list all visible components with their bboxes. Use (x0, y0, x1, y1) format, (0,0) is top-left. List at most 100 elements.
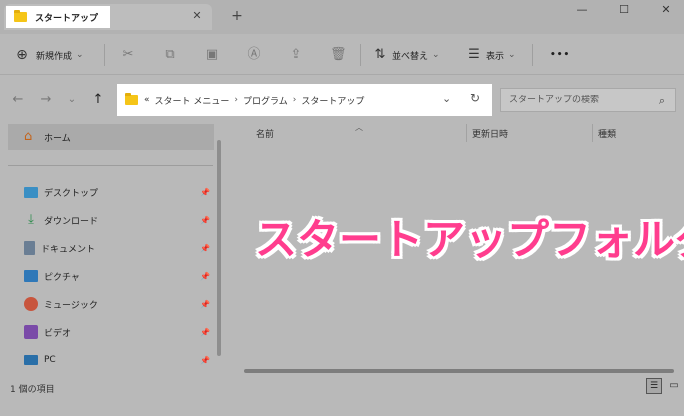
sort-button[interactable]: ⇅ 並べ替え ⌄ (372, 46, 440, 64)
breadcrumb-programs[interactable]: プログラム (243, 94, 288, 107)
column-divider[interactable] (466, 124, 467, 142)
sidebar-item-label: ピクチャ (44, 272, 80, 283)
copy-button[interactable]: ⧉ (162, 46, 178, 64)
back-arrow-icon[interactable]: ← (10, 92, 26, 108)
sidebar-item-home[interactable]: ⌂ ホーム (8, 124, 214, 150)
new-button-label: 新規作成 (36, 51, 73, 62)
sidebar-item-pictures[interactable]: ピクチャ 📌 (24, 266, 214, 286)
toolbar-divider (532, 44, 533, 66)
pin-icon[interactable]: 📌 (200, 244, 210, 253)
tab-title: スタートアップ (35, 13, 99, 24)
folder-icon (125, 93, 138, 105)
sort-caret-icon: ︿ (355, 123, 363, 132)
folder-icon (14, 10, 27, 22)
view-icon: ☰ (468, 47, 480, 62)
search-input[interactable] (509, 95, 649, 105)
sidebar-item-label: ホーム (44, 133, 71, 144)
plus-circle-icon: ⊕ (16, 47, 28, 63)
pin-icon[interactable]: 📌 (200, 356, 210, 365)
pin-icon[interactable]: 📌 (200, 216, 210, 225)
sidebar-item-music[interactable]: ミュージック 📌 (24, 294, 214, 314)
sidebar-item-label: デスクトップ (44, 188, 99, 199)
trash-icon: 🗑 (330, 47, 347, 62)
sidebar-item-documents[interactable]: ドキュメント 📌 (24, 238, 214, 258)
status-item-count: 1 個の項目 (10, 385, 55, 395)
share-button[interactable]: ⇪ (288, 46, 304, 64)
pin-icon[interactable]: 📌 (200, 188, 210, 197)
overlay-caption: スタートアップフォルダ (255, 215, 684, 264)
address-bar[interactable]: « スタート メニュー › プログラム › スタートアップ (117, 84, 492, 116)
sidebar-item-label: ミュージック (44, 300, 98, 311)
rename-icon: Ⓐ (247, 47, 261, 62)
paste-button[interactable]: ▣ (204, 46, 220, 64)
sort-icon: ⇅ (374, 47, 386, 62)
column-header-type[interactable]: 種類 (598, 127, 616, 140)
tiles-view-icon: ▭ (669, 380, 679, 391)
documents-icon (24, 241, 35, 255)
recent-chevron-icon[interactable]: ⌄ (64, 92, 80, 108)
sidebar-item-label: ビデオ (44, 328, 72, 339)
paste-icon: ▣ (205, 47, 219, 62)
details-view-button[interactable]: ☰ (646, 378, 662, 394)
sidebar-item-videos[interactable]: ビデオ 📌 (24, 322, 214, 342)
search-box[interactable]: ⌕ (500, 88, 676, 112)
copy-icon: ⧉ (165, 47, 175, 62)
forward-arrow-icon[interactable]: → (38, 92, 54, 108)
share-icon: ⇪ (290, 47, 302, 62)
sort-button-label: 並べ替え (392, 51, 429, 62)
pc-icon (24, 355, 38, 365)
tiles-view-button[interactable]: ▭ (666, 378, 682, 394)
more-options-button[interactable]: ••• (550, 46, 570, 64)
view-button-label: 表示 (486, 51, 505, 62)
column-header-modified[interactable]: 更新日時 (472, 127, 508, 140)
video-icon (24, 325, 38, 339)
sidebar-divider (8, 165, 213, 166)
tab-strip: スタートアップ (4, 4, 212, 30)
breadcrumb-start-menu[interactable]: スタート メニュー (155, 94, 230, 107)
content-scrollbar[interactable] (244, 369, 674, 373)
rename-button[interactable]: Ⓐ (246, 46, 262, 64)
column-header-name[interactable]: 名前 (256, 127, 274, 140)
chevron-down-icon: ⌄ (432, 50, 440, 60)
sidebar-item-pc[interactable]: PC 📌 (24, 350, 214, 370)
new-tab-button[interactable]: + (230, 8, 244, 24)
tab-startup[interactable]: スタートアップ (6, 6, 110, 28)
breadcrumb-separator: › (234, 95, 238, 105)
sidebar-item-downloads[interactable]: ⤓ ダウンロード 📌 (24, 210, 214, 230)
toolbar-divider (360, 44, 361, 66)
pin-icon[interactable]: 📌 (200, 272, 210, 281)
breadcrumb-separator: › (292, 95, 297, 105)
breadcrumb-overflow[interactable]: « (144, 95, 150, 105)
column-divider[interactable] (592, 124, 593, 142)
refresh-icon[interactable]: ↻ (470, 91, 480, 105)
view-button[interactable]: ☰ 表示 ⌄ (466, 46, 516, 64)
new-button[interactable]: ⊕ 新規作成 ⌄ (14, 46, 84, 64)
address-dropdown-icon[interactable]: ⌄ (442, 92, 451, 105)
home-icon: ⌂ (24, 129, 33, 144)
close-button[interactable]: ✕ (656, 2, 676, 18)
toolbar-divider (104, 44, 105, 66)
desktop-icon (24, 186, 38, 198)
sidebar-item-label: PC (44, 355, 56, 365)
sidebar-item-label: ダウンロード (44, 216, 99, 227)
minimize-button[interactable]: — (572, 2, 592, 18)
music-icon (24, 297, 38, 311)
pictures-icon (24, 270, 38, 282)
chevron-down-icon: ⌄ (76, 50, 84, 60)
pin-icon[interactable]: 📌 (200, 328, 210, 337)
sidebar-item-desktop[interactable]: デスクトップ 📌 (24, 182, 214, 202)
pin-icon[interactable]: 📌 (200, 300, 210, 309)
details-view-icon: ☰ (649, 381, 659, 391)
chevron-down-icon: ⌄ (508, 50, 516, 60)
cut-icon: ✂ (122, 47, 134, 62)
cut-button[interactable]: ✂ (120, 46, 136, 64)
up-arrow-icon[interactable]: ↑ (90, 92, 106, 108)
breadcrumb-startup[interactable]: スタートアップ (301, 94, 364, 107)
sidebar-item-label: ドキュメント (41, 244, 96, 255)
delete-button[interactable]: 🗑 (330, 46, 347, 64)
search-icon[interactable]: ⌕ (659, 94, 665, 108)
maximize-button[interactable]: ☐ (614, 2, 634, 18)
tab-close-icon[interactable]: ✕ (190, 9, 204, 23)
sidebar-scrollbar[interactable] (217, 140, 221, 356)
download-icon: ⤓ (28, 212, 34, 227)
